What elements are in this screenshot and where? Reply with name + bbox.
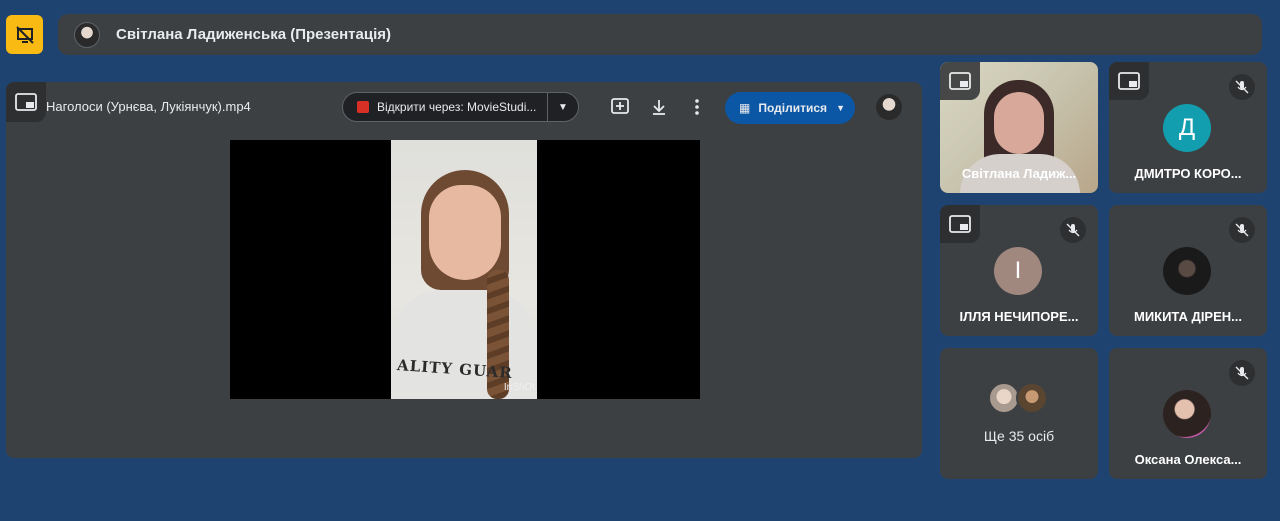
file-name: Наголоси (Урнєва, Лукіянчук).mp4 [46,99,251,114]
moviestudio-app-icon [357,101,369,113]
presenter-banner: Світлана Ладиженська (Презентація) [58,14,1262,55]
participant-name: ДМИТРО КОРО... [1134,166,1242,181]
participant-avatar: І [994,247,1042,295]
open-with-button[interactable]: Відкрити через: MovieStudi... ▼ [342,92,579,122]
participant-tile[interactable]: І ІЛЛЯ НЕЧИПОРЕ... [940,205,1098,336]
participant-tile[interactable]: Оксана Олекса... [1109,348,1267,479]
mic-off-icon [1229,217,1255,243]
participant-name: Світлана Ладиж... [961,166,1077,181]
participant-tile[interactable]: Д ДМИТРО КОРО... [1109,62,1267,193]
participant-name: Оксана Олекса... [1134,452,1242,467]
mic-off-icon [1060,217,1086,243]
more-participants-label: Ще 35 осіб [983,428,1055,444]
participant-tile[interactable]: МИКИТА ДІРЕН... [1109,205,1267,336]
video-face [429,185,501,280]
chevron-down-icon[interactable]: ▼ [836,103,845,113]
participant-avatar [1016,382,1048,414]
camera-face [994,92,1044,154]
presentation-off-icon[interactable] [6,15,43,54]
picture-in-picture-icon[interactable] [6,82,46,122]
participant-avatar: Д [1163,104,1211,152]
presentation-panel: Наголоси (Урнєва, Лукіянчук).mp4 Відкрит… [6,82,922,458]
video-content: ALITY GUAR InShOt [391,140,537,399]
building-icon: ▦ [739,101,751,115]
presenter-avatar [74,21,100,48]
presenter-title: Світлана Ладиженська (Презентація) [116,26,391,43]
participant-name: МИКИТА ДІРЕН... [1133,309,1242,324]
chevron-down-icon[interactable]: ▼ [548,93,578,121]
participant-avatar [1163,247,1211,295]
more-participants-avatars [988,382,1052,416]
account-avatar[interactable] [876,94,902,120]
more-vert-icon[interactable] [685,95,709,119]
participant-name: ІЛЛЯ НЕЧИПОРЕ... [959,309,1079,324]
picture-in-picture-icon[interactable] [940,205,980,243]
open-with-main[interactable]: Відкрити через: MovieStudi... [343,93,548,121]
open-with-label: Відкрити через: MovieStudi... [377,100,537,114]
share-button[interactable]: ▦ Поділитися ▼ [725,92,855,124]
video-player[interactable]: ALITY GUAR InShOt [230,140,700,399]
add-to-drive-icon[interactable] [608,95,632,119]
mic-off-icon [1229,360,1255,386]
picture-in-picture-icon[interactable] [940,62,980,100]
picture-in-picture-icon[interactable] [1109,62,1149,100]
participant-tile[interactable]: Світлана Ладиж... [940,62,1098,193]
video-watermark: InShOt [503,382,535,393]
share-label: Поділитися [758,101,828,115]
participant-avatar [1163,390,1211,438]
mic-off-icon [1229,74,1255,100]
more-participants-tile[interactable]: Ще 35 осіб [940,348,1098,479]
download-icon[interactable] [647,95,671,119]
